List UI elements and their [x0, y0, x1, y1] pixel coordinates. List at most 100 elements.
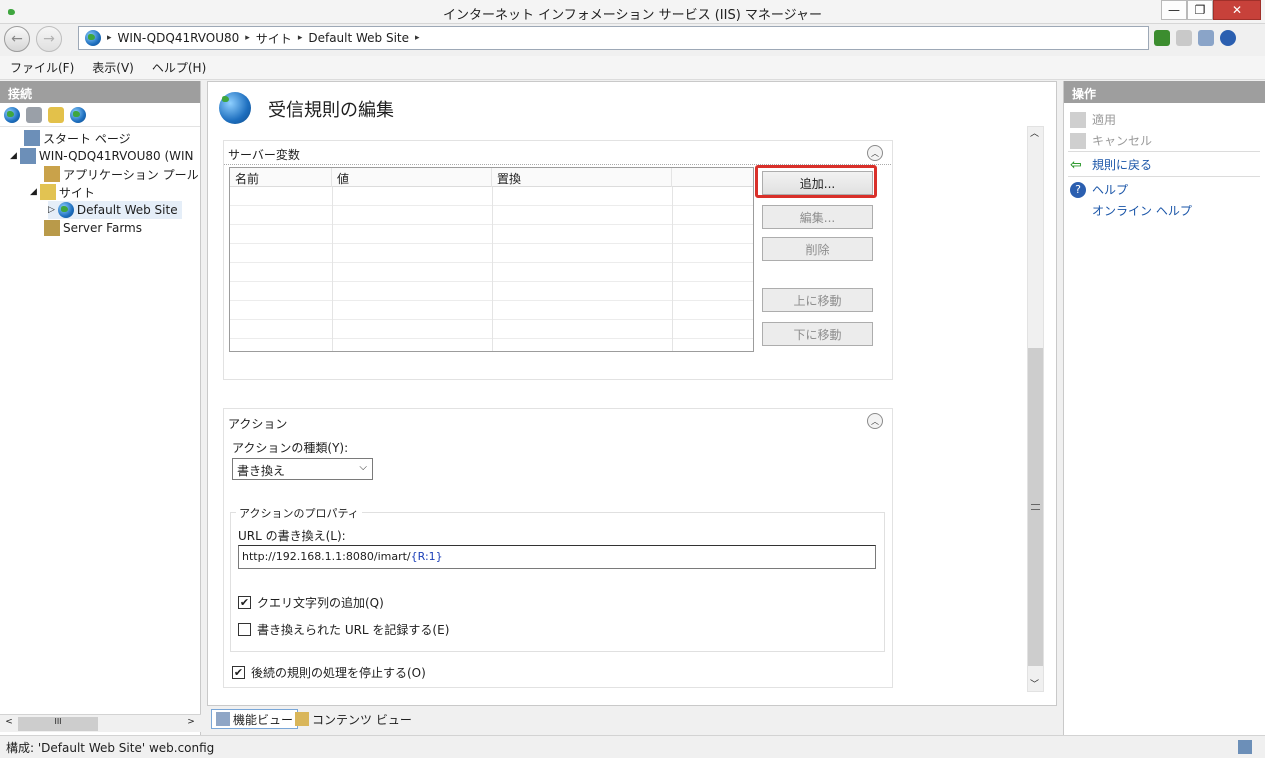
tree-item-start-page[interactable]: スタート ページ: [24, 129, 131, 147]
minimize-button[interactable]: —: [1161, 0, 1187, 20]
hscroll-thumb[interactable]: III: [18, 717, 98, 731]
view-tabs: 機能ビュー コンテンツ ビュー: [207, 706, 1057, 732]
column-header-name[interactable]: 名前: [230, 168, 332, 187]
stop-processing-checkbox[interactable]: ✔: [232, 666, 245, 679]
log-rewritten-checkbox[interactable]: [238, 623, 251, 636]
append-query-option[interactable]: ✔ クエリ文字列の追加(Q): [238, 594, 384, 611]
move-up-button[interactable]: 上に移動: [762, 288, 873, 312]
help-icon: ?: [1070, 181, 1086, 198]
collapse-arrow-icon[interactable]: ◢: [10, 151, 17, 161]
back-arrow-icon: ⇦: [1070, 156, 1082, 173]
tree-item-app-pools[interactable]: アプリケーション プール: [44, 165, 199, 183]
remove-button[interactable]: 削除: [762, 237, 873, 261]
forward-button[interactable]: →: [36, 26, 62, 52]
checkbox-label: 後続の規則の処理を停止する(O): [251, 666, 426, 680]
column-divider: [672, 187, 673, 351]
home-icon[interactable]: [1198, 30, 1214, 46]
app-pool-icon: [44, 166, 60, 182]
server-icon: [19, 148, 36, 164]
vscroll-thumb[interactable]: [1028, 348, 1043, 666]
menu-help[interactable]: ヘルプ(H): [152, 59, 206, 76]
checkbox-label: 書き換えられた URL を記録する(E): [257, 623, 450, 637]
content-view-icon: [295, 712, 309, 726]
page-globe-icon: [219, 92, 251, 124]
scroll-up-icon[interactable]: ︿: [1030, 126, 1039, 139]
start-page-icon: [24, 130, 40, 146]
tab-content-view[interactable]: コンテンツ ビュー: [291, 709, 416, 729]
rewrite-url-input[interactable]: http://192.168.1.1:8080/imart/{R:1}: [238, 545, 876, 569]
menu-bar: ファイル(F) 表示(V) ヘルプ(H): [0, 56, 1265, 80]
tree-item-server[interactable]: ◢ WIN-QDQ41RVOU80 (WIN: [10, 147, 194, 165]
disconnect-icon[interactable]: [70, 106, 86, 123]
back-button[interactable]: ←: [4, 26, 30, 52]
cancel-icon: [1070, 132, 1086, 149]
help-icon[interactable]: [1220, 30, 1236, 46]
status-text: 構成: 'Default Web Site' web.config: [6, 741, 215, 755]
server-variables-header[interactable]: サーバー変数 ︿: [224, 141, 891, 165]
tree-label: サイト: [58, 185, 95, 200]
scroll-right-icon[interactable]: >: [184, 717, 198, 731]
status-bar: 構成: 'Default Web Site' web.config: [0, 735, 1265, 758]
breadcrumb-sites[interactable]: サイト: [256, 30, 292, 47]
column-divider: [492, 187, 493, 351]
save-icon[interactable]: [26, 106, 42, 123]
log-rewritten-option[interactable]: 書き換えられた URL を記録する(E): [238, 621, 449, 638]
scroll-down-icon[interactable]: ﹀: [1030, 677, 1039, 690]
rewrite-url-label: URL の書き換え(L):: [238, 529, 346, 543]
address-bar[interactable]: ▸ WIN-QDQ41RVOU80 ▸ サイト ▸ Default Web Si…: [78, 26, 1149, 50]
move-down-button[interactable]: 下に移動: [762, 322, 873, 346]
up-level-icon[interactable]: [48, 106, 64, 123]
server-variables-grid[interactable]: 名前 値 置換: [229, 167, 754, 352]
section-title: アクション: [228, 417, 288, 431]
column-header-value[interactable]: 値: [332, 168, 492, 187]
tab-label: コンテンツ ビュー: [312, 712, 412, 727]
close-button[interactable]: ✕: [1213, 0, 1261, 20]
action-type-select[interactable]: 書き換え ⌵: [232, 458, 373, 480]
action-label: キャンセル: [1092, 134, 1153, 148]
breadcrumb-server[interactable]: WIN-QDQ41RVOU80: [118, 31, 240, 45]
add-button[interactable]: 追加...: [762, 171, 873, 195]
collapse-arrow-icon[interactable]: ◢: [30, 187, 37, 197]
column-header-replace[interactable]: 置換: [492, 168, 672, 187]
stop-icon[interactable]: [1176, 30, 1192, 46]
edit-button[interactable]: 編集...: [762, 205, 873, 229]
tree-item-server-farms[interactable]: Server Farms: [44, 219, 142, 237]
title-bar: インターネット インフォメーション サービス (IIS) マネージャー — ❐ …: [0, 0, 1265, 24]
action-online-help[interactable]: オンライン ヘルプ: [1092, 202, 1192, 219]
tree-label: アプリケーション プール: [63, 167, 199, 182]
action-section-header[interactable]: アクション ︿: [224, 409, 891, 433]
breadcrumb-separator: ▸: [415, 33, 420, 43]
tab-label: 機能ビュー: [233, 712, 294, 727]
breadcrumb-default-site[interactable]: Default Web Site: [308, 31, 409, 45]
menu-file[interactable]: ファイル(F): [10, 59, 74, 76]
action-cancel[interactable]: キャンセル: [1070, 132, 1152, 149]
select-value: 書き換え: [237, 464, 286, 478]
action-back-to-rules[interactable]: ⇦ 規則に戻る: [1070, 156, 1152, 173]
expand-arrow-icon[interactable]: ▷: [48, 205, 55, 215]
tab-features-view[interactable]: 機能ビュー: [211, 709, 299, 729]
collapse-up-icon[interactable]: ︿: [867, 145, 883, 161]
action-label: 規則に戻る: [1092, 158, 1153, 172]
features-view-icon: [216, 712, 230, 726]
connections-toolbar: [0, 103, 200, 127]
stop-processing-option[interactable]: ✔ 後続の規則の処理を停止する(O): [232, 664, 426, 681]
tree-item-default-site[interactable]: ▷ Default Web Site: [48, 201, 182, 219]
action-apply[interactable]: 適用: [1070, 111, 1116, 128]
action-properties-label: アクションのプロパティ: [236, 505, 362, 521]
refresh-icon[interactable]: [1154, 30, 1170, 46]
action-help[interactable]: ? ヘルプ: [1070, 181, 1128, 198]
collapse-up-icon[interactable]: ︿: [867, 413, 883, 429]
breadcrumb-separator: ▸: [107, 33, 112, 43]
back-arrow-icon: ←: [11, 31, 23, 47]
action-label: ヘルプ: [1092, 183, 1129, 197]
tree-label: WIN-QDQ41RVOU80 (WIN: [38, 149, 194, 163]
append-query-checkbox[interactable]: ✔: [238, 596, 251, 609]
scroll-left-icon[interactable]: <: [2, 717, 16, 731]
connections-hscrollbar[interactable]: < III >: [0, 714, 201, 732]
page-title: 受信規則の編集: [268, 100, 394, 121]
network-status-icon: [1238, 740, 1252, 754]
tree-item-sites[interactable]: ◢ サイト: [30, 183, 95, 201]
connect-icon[interactable]: [4, 106, 20, 123]
menu-view[interactable]: 表示(V): [92, 59, 134, 76]
maximize-button[interactable]: ❐: [1187, 0, 1213, 20]
